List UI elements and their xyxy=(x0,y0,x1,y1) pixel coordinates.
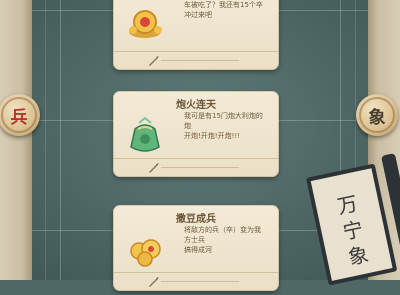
brush-icon xyxy=(149,277,159,287)
skill-card-footer xyxy=(113,51,279,70)
brush-icon xyxy=(149,163,159,173)
skill-card-title: 撒豆成兵 xyxy=(176,214,216,225)
gold-treasure-icon xyxy=(129,10,162,38)
skill-card[interactable]: 撒豆成兵 将敌方的兵（卒）变为我方士兵 搞得成河 xyxy=(113,205,279,291)
brush-icon xyxy=(149,56,159,66)
chess-piece-label: 象 xyxy=(359,97,395,133)
chess-piece-red[interactable]: 兵 xyxy=(0,94,40,136)
chess-piece-dark[interactable]: 象 xyxy=(356,94,398,136)
skill-card-description: 将敌方的兵（卒）变为我方士兵 搞得成河 xyxy=(184,226,261,254)
chess-piece-label: 兵 xyxy=(1,97,37,133)
board-grid-line xyxy=(60,0,61,280)
footer-line xyxy=(161,281,239,282)
gold-coins-icon xyxy=(130,239,161,267)
board-grid-line xyxy=(45,0,46,280)
skill-card-footer xyxy=(113,158,279,177)
skill-card-description: 我可是有15门炮大利炮的炮 开炮!开炮!开炮!!! xyxy=(184,112,263,140)
skill-card[interactable]: 炮火连天 我可是有15门炮大利炮的炮 开炮!开炮!开炮!!! xyxy=(113,91,279,177)
board-edge-left xyxy=(0,0,32,280)
footer-line xyxy=(161,60,239,61)
skill-card-footer xyxy=(113,272,279,291)
scroll-char: 象 xyxy=(346,242,371,270)
skill-card[interactable]: 车被吃了？我还有15个卒 冲过来吧 xyxy=(113,0,279,70)
skill-card-title: 炮火连天 xyxy=(176,100,216,111)
green-bag-icon xyxy=(130,116,160,152)
footer-line xyxy=(161,167,239,168)
skill-card-description: 车被吃了？我还有15个卒 冲过来吧 xyxy=(184,1,263,19)
